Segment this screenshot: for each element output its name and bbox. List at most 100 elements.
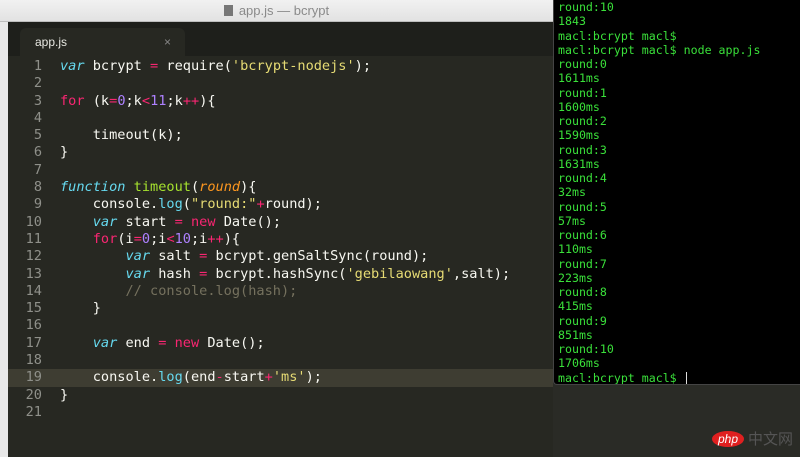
line-text: var bcrypt = require('bcrypt-nodejs'); [60, 58, 371, 75]
line-number: 4 [33, 109, 42, 126]
code-token: 11 [150, 92, 167, 109]
code-token: ){ [240, 179, 257, 196]
line-number: 9 [33, 196, 42, 213]
line-text: } [60, 144, 68, 161]
terminal-line: 1706ms [558, 356, 600, 371]
code-editor[interactable]: app.js × 1 var bcrypt = require('bcrypt-no… [8, 22, 553, 457]
code-line[interactable]: 9 console.log("round:"+round); [8, 196, 553, 213]
code-line[interactable]: 11 for(i=0;i<10;i++){ [8, 231, 553, 248]
code-token: require( [158, 58, 232, 74]
code-line[interactable]: 16 [8, 317, 553, 334]
code-line[interactable]: 20} [8, 387, 553, 404]
line-text: var hash = bcrypt.hashSync('gebilaowang'… [60, 266, 510, 283]
code-token: < [141, 92, 151, 109]
tab-label: app.js [35, 35, 68, 49]
line-number: 12 [25, 248, 42, 265]
code-token: + [256, 196, 265, 213]
terminal-window[interactable]: round:10 1843 macl:bcrypt macl$ macl:bcrypt… [553, 0, 800, 385]
code-line[interactable]: 5 timeout(k); [8, 127, 553, 144]
terminal-line: round:1 [558, 85, 607, 100]
line-number: 11 [25, 230, 42, 247]
watermark-cn: 中文网 [748, 431, 794, 448]
line-text: } [60, 300, 101, 317]
code-token: var [60, 58, 85, 74]
terminal-prompt-line[interactable]: macl:bcrypt macl$ [558, 371, 800, 384]
code-line[interactable]: 19 console.log(end-start+'ms'); [8, 369, 553, 387]
code-line[interactable]: 6} [8, 144, 553, 161]
terminal-line: 851ms [558, 327, 593, 342]
line-number: 20 [25, 386, 42, 403]
code-token: 0 [141, 230, 151, 247]
code-token: log [158, 369, 183, 386]
code-line[interactable]: 13 var hash = bcrypt.hashSync('gebilaowa… [8, 266, 553, 283]
code-token: var [125, 248, 151, 265]
code-token: start [117, 213, 175, 230]
terminal-cursor [685, 371, 687, 384]
line-number: 15 [25, 300, 42, 317]
code-token: ( [190, 179, 200, 196]
code-token: ;k [166, 92, 183, 109]
tab-bar: app.js × [8, 22, 553, 56]
code-token: ;k [125, 92, 142, 109]
code-line[interactable]: 3 for (k=0;k<11;k++){ [8, 93, 553, 110]
line-number: 16 [25, 317, 42, 334]
line-number: 19 [25, 369, 42, 386]
close-tab-icon[interactable]: × [164, 28, 171, 56]
line-text: var salt = bcrypt.genSaltSync(round); [60, 248, 428, 265]
code-token: } [60, 144, 69, 161]
code-line[interactable]: 4 [8, 110, 553, 127]
code-token: ,salt); [452, 265, 511, 282]
terminal-line: round:6 [558, 228, 607, 242]
terminal-line: 223ms [558, 270, 593, 285]
watermark-php: php [712, 430, 745, 447]
document-icon [223, 5, 233, 16]
code-line[interactable]: 8 function timeout(round){ [8, 179, 553, 196]
code-line[interactable]: 10 var start = new Date(); [8, 214, 553, 231]
code-token: ); [305, 369, 322, 386]
code-line[interactable]: 18 [8, 352, 553, 369]
code-line[interactable]: 2 [8, 75, 553, 92]
line-text: } [60, 387, 68, 404]
code-line[interactable]: 21 [8, 404, 553, 421]
line-number: 13 [25, 265, 42, 282]
code-line[interactable]: 12 var salt = bcrypt.genSaltSync(round); [8, 248, 553, 265]
code-line[interactable]: 7 [8, 162, 553, 179]
code-token: ){ [199, 92, 216, 109]
code-line[interactable]: 15 } [8, 300, 553, 317]
code-line[interactable]: 1 var bcrypt = require('bcrypt-nodejs'); [8, 58, 553, 75]
line-number: 6 [33, 144, 42, 161]
line-number: 17 [25, 334, 42, 351]
line-text: function timeout(round){ [60, 179, 256, 196]
terminal-line: 1600ms [558, 99, 600, 114]
terminal-line: 110ms [558, 242, 593, 257]
code-token: new [174, 334, 200, 351]
line-number: 3 [33, 92, 42, 109]
code-token: (i [117, 230, 134, 247]
window-titlebar: app.js — bcrypt [0, 0, 553, 22]
code-line[interactable]: 17 var end = new Date(); [8, 335, 553, 352]
line-number: 7 [33, 161, 42, 178]
code-token: = [133, 230, 142, 247]
terminal-line: 1611ms [558, 71, 600, 86]
terminal-line: round:0 [558, 57, 607, 71]
code-line[interactable]: 14 // console.log(hash); [8, 283, 553, 300]
terminal-line: macl:bcrypt macl$ [558, 28, 677, 43]
line-number: 18 [25, 352, 42, 369]
code-area[interactable]: 1 var bcrypt = require('bcrypt-nodejs'); 2… [8, 58, 553, 421]
code-token: = [150, 58, 159, 74]
code-token: bcrypt [84, 58, 151, 74]
code-token: start [223, 369, 265, 386]
line-text: for(i=0;i<10;i++){ [60, 231, 240, 248]
tab-app-js[interactable]: app.js × [20, 28, 185, 56]
terminal-line: 1843 [558, 14, 586, 29]
code-token: "round:" [190, 196, 257, 213]
code-token: ); [354, 58, 372, 74]
terminal-line: round:2 [558, 114, 607, 128]
code-token: var [92, 334, 118, 351]
code-token: - [215, 369, 224, 386]
code-token: timeout(k); [60, 127, 183, 144]
line-number: 14 [25, 282, 42, 299]
